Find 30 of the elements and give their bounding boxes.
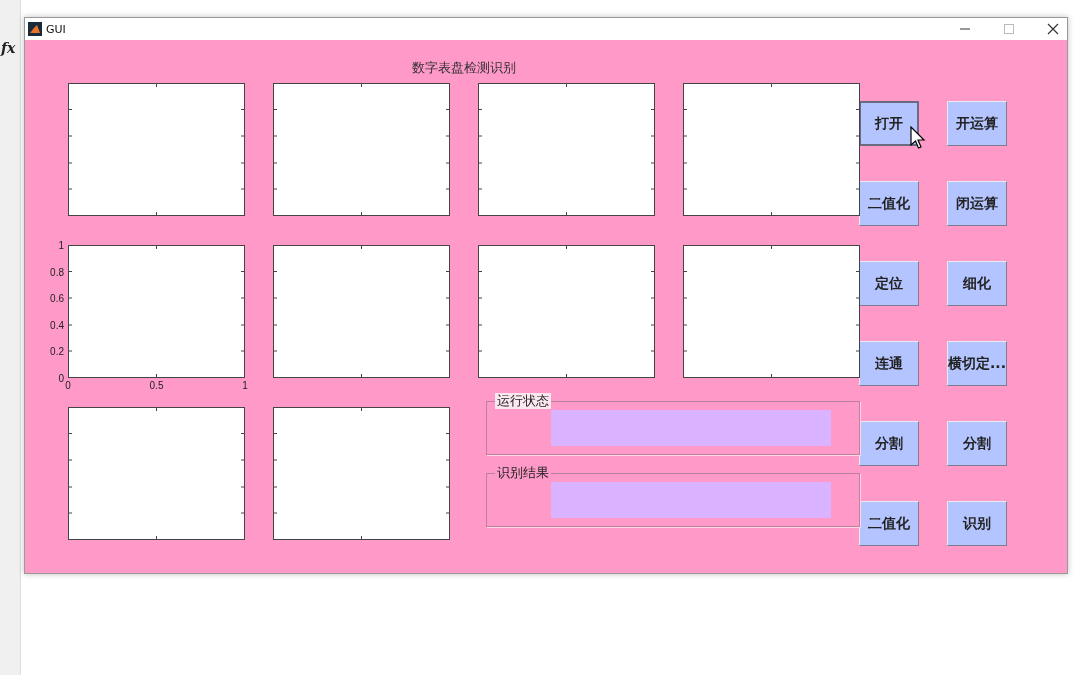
action-button[interactable]: 闭运算 bbox=[947, 181, 1007, 226]
y-tick-label: 0 bbox=[58, 372, 64, 384]
y-tick-label: 0.6 bbox=[50, 292, 64, 304]
action-button[interactable]: 识别 bbox=[947, 501, 1007, 546]
action-button[interactable]: 连通 bbox=[859, 341, 919, 386]
y-tick-label: 0.8 bbox=[50, 266, 64, 278]
window-title: GUI bbox=[46, 22, 66, 36]
action-button[interactable]: 细化 bbox=[947, 261, 1007, 306]
y-tick-label: 1 bbox=[58, 239, 64, 251]
y-tick-label: 0.2 bbox=[50, 345, 64, 357]
action-button[interactable]: 开运算 bbox=[947, 101, 1007, 146]
x-tick-label: 0.5 bbox=[149, 380, 164, 391]
action-button[interactable]: 二值化 bbox=[859, 501, 919, 546]
x-tick-label: 0 bbox=[65, 380, 71, 391]
gui-heading: 数字表盘检测识别 bbox=[410, 59, 517, 77]
panel-title: 识别结果 bbox=[495, 465, 551, 481]
close-icon[interactable] bbox=[1047, 23, 1059, 35]
action-button[interactable]: 分割 bbox=[947, 421, 1007, 466]
formula-label: fx bbox=[1, 40, 16, 56]
action-button[interactable]: 定位 bbox=[859, 261, 919, 306]
maximize-icon[interactable] bbox=[1003, 23, 1015, 35]
action-button[interactable]: 打开 bbox=[859, 101, 919, 146]
cursor-icon bbox=[910, 126, 926, 150]
app-icon bbox=[28, 22, 42, 36]
x-tick-label: 1 bbox=[242, 380, 248, 391]
panel-title: 运行状态 bbox=[495, 393, 551, 409]
y-tick-label: 0.4 bbox=[50, 319, 64, 331]
action-button[interactable]: 二值化 bbox=[859, 181, 919, 226]
action-button[interactable]: 分割 bbox=[859, 421, 919, 466]
action-button[interactable]: 横切定... bbox=[947, 341, 1007, 386]
